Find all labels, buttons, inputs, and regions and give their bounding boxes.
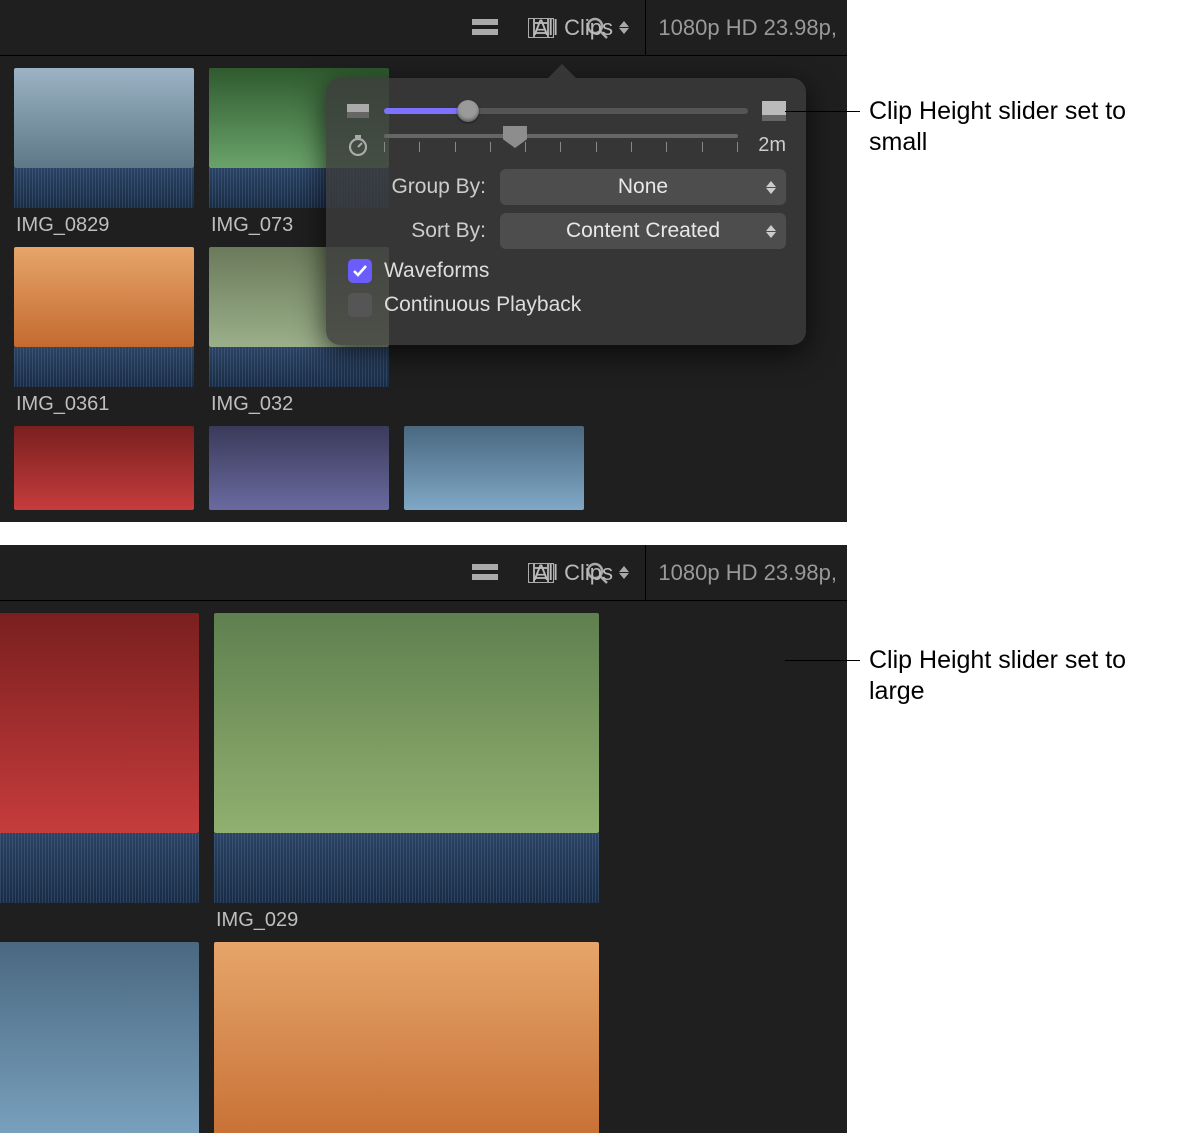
clip-thumbnail bbox=[14, 426, 194, 510]
clip-waveform bbox=[14, 168, 194, 208]
list-view-icon[interactable] bbox=[471, 16, 499, 40]
group-by-label: Group By: bbox=[346, 175, 486, 199]
updown-icon bbox=[619, 566, 629, 579]
clip-label: IMG_029 bbox=[214, 903, 599, 942]
clip-thumbnail bbox=[214, 942, 599, 1133]
clip-duration-slider-row: 2m bbox=[346, 134, 786, 157]
sort-by-value: Content Created bbox=[566, 219, 720, 243]
clip-filter-label: All Clips bbox=[534, 560, 613, 586]
waveforms-label: Waveforms bbox=[384, 259, 489, 283]
clip-browser-large: All Clips 1080p HD 23.98p, bbox=[0, 545, 847, 1133]
sort-by-select[interactable]: Content Created bbox=[500, 213, 786, 249]
clip-item[interactable] bbox=[214, 942, 599, 1133]
clip-item[interactable]: IMG_0829 bbox=[14, 68, 194, 247]
resolution-label: 1080p HD 23.98p, bbox=[654, 15, 837, 41]
checkbox-icon bbox=[348, 259, 372, 283]
clip-thumbnail bbox=[0, 942, 199, 1133]
clip-thumbnail bbox=[209, 426, 389, 510]
clip-large-icon bbox=[762, 100, 786, 122]
callout-text-small: Clip Height slider set to small bbox=[869, 96, 1169, 159]
clip-duration-slider[interactable] bbox=[384, 134, 738, 138]
clip-item[interactable]: IMG_029 bbox=[214, 613, 599, 942]
clip-waveform bbox=[14, 347, 194, 387]
clip-label bbox=[0, 903, 199, 942]
clip-thumbnail bbox=[14, 68, 194, 168]
clip-item[interactable] bbox=[14, 426, 194, 510]
callout-line bbox=[785, 111, 860, 112]
resolution-label: 1080p HD 23.98p, bbox=[654, 560, 837, 586]
updown-icon bbox=[766, 225, 776, 238]
browser-toolbar: All Clips 1080p HD 23.98p, bbox=[0, 0, 847, 56]
clip-thumbnail bbox=[14, 247, 194, 347]
slider-ticks bbox=[384, 142, 738, 152]
thumbnail-grid: IMG_029 bbox=[0, 601, 847, 1133]
waveforms-checkbox-row[interactable]: Waveforms bbox=[348, 259, 784, 283]
clip-height-slider[interactable] bbox=[384, 108, 748, 114]
sort-by-label: Sort By: bbox=[346, 219, 486, 243]
clip-waveform bbox=[214, 833, 599, 903]
clip-filter-label: All Clips bbox=[534, 15, 613, 41]
stopwatch-icon bbox=[346, 134, 370, 156]
clip-label: IMG_0361 bbox=[14, 387, 194, 426]
clip-item[interactable] bbox=[0, 942, 199, 1133]
clip-height-slider-row bbox=[346, 100, 786, 122]
clip-label: IMG_032 bbox=[209, 387, 389, 426]
clip-waveform bbox=[209, 347, 389, 387]
clip-item[interactable]: IMG_0361 bbox=[14, 247, 194, 426]
clip-appearance-popover: 2m Group By: None Sort By: Content Creat… bbox=[326, 78, 806, 345]
list-view-icon[interactable] bbox=[471, 561, 499, 585]
continuous-checkbox-row[interactable]: Continuous Playback bbox=[348, 293, 784, 317]
duration-value: 2m bbox=[752, 134, 786, 157]
browser-toolbar: All Clips 1080p HD 23.98p, bbox=[0, 545, 847, 601]
checkbox-icon bbox=[348, 293, 372, 317]
clip-label: IMG_0829 bbox=[14, 208, 194, 247]
group-by-value: None bbox=[618, 175, 668, 199]
group-by-select[interactable]: None bbox=[500, 169, 786, 205]
clip-item[interactable] bbox=[209, 426, 389, 510]
clip-filter-dropdown[interactable]: All Clips bbox=[534, 15, 629, 41]
clip-small-icon bbox=[346, 100, 370, 122]
continuous-label: Continuous Playback bbox=[384, 293, 581, 317]
updown-icon bbox=[619, 21, 629, 34]
updown-icon bbox=[766, 181, 776, 194]
clip-waveform bbox=[0, 833, 199, 903]
callout-text-large: Clip Height slider set to large bbox=[869, 645, 1169, 708]
clip-item[interactable] bbox=[0, 613, 199, 942]
clip-filter-dropdown[interactable]: All Clips bbox=[534, 560, 629, 586]
clip-item[interactable] bbox=[404, 426, 584, 510]
divider bbox=[645, 545, 646, 601]
divider bbox=[645, 0, 646, 56]
callout-line bbox=[785, 660, 860, 661]
clip-thumbnail bbox=[214, 613, 599, 833]
clip-thumbnail bbox=[404, 426, 584, 510]
clip-browser-small: All Clips 1080p HD 23.98p, IMG bbox=[0, 0, 847, 522]
clip-thumbnail bbox=[0, 613, 199, 833]
